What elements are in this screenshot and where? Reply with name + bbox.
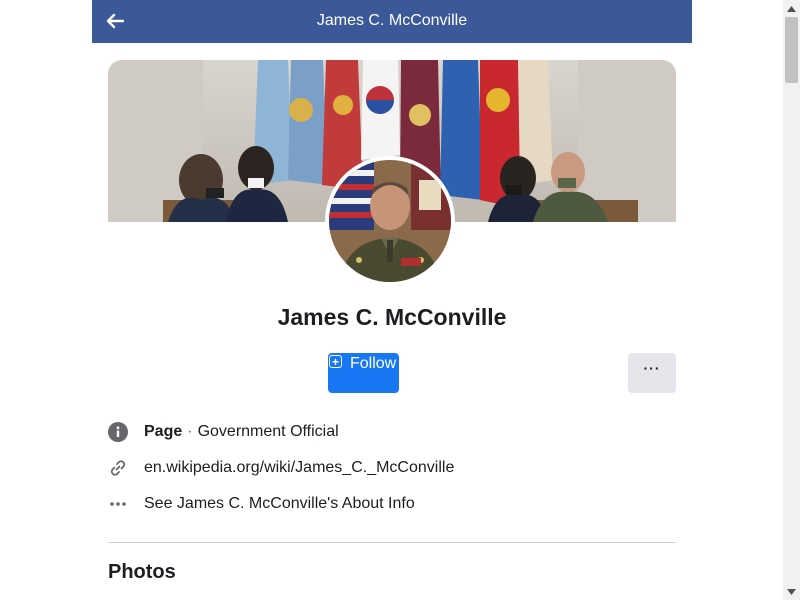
top-bar: James C. McConville (92, 0, 692, 43)
more-horizontal-icon (108, 494, 128, 514)
info-row-category: Page · Government Official (108, 420, 339, 444)
follow-button[interactable]: + Follow (328, 353, 399, 393)
more-dots-icon: ··· (643, 360, 661, 376)
link-icon (108, 458, 128, 478)
category-value: Government Official (197, 423, 339, 440)
about-info-link[interactable]: See James C. McConville's About Info (144, 495, 415, 513)
follow-button-label: Follow (350, 355, 397, 372)
category-separator: · (187, 423, 193, 440)
vertical-scrollbar[interactable] (783, 0, 800, 600)
info-row-website[interactable]: en.wikipedia.org/wiki/James_C._McConvill… (108, 456, 454, 480)
website-link[interactable]: en.wikipedia.org/wiki/James_C._McConvill… (144, 459, 454, 477)
page-container: James C. McConville James C. McConville … (92, 0, 692, 600)
page-title: James C. McConville (316, 12, 468, 29)
section-divider (108, 542, 676, 543)
more-options-button[interactable]: ··· (628, 353, 676, 393)
scrollbar-thumb[interactable] (785, 17, 798, 83)
info-row-about[interactable]: See James C. McConville's About Info (108, 492, 415, 516)
profile-avatar[interactable] (325, 156, 455, 286)
profile-name: James C. McConville (277, 304, 507, 330)
scroll-down-arrow-icon[interactable] (783, 583, 800, 600)
category-label: Page (144, 423, 183, 440)
photos-section-title: Photos (108, 561, 176, 583)
plus-square-icon: + (329, 355, 342, 368)
info-icon (108, 422, 128, 442)
scroll-up-arrow-icon[interactable] (783, 0, 800, 17)
profile-photo (329, 160, 451, 282)
